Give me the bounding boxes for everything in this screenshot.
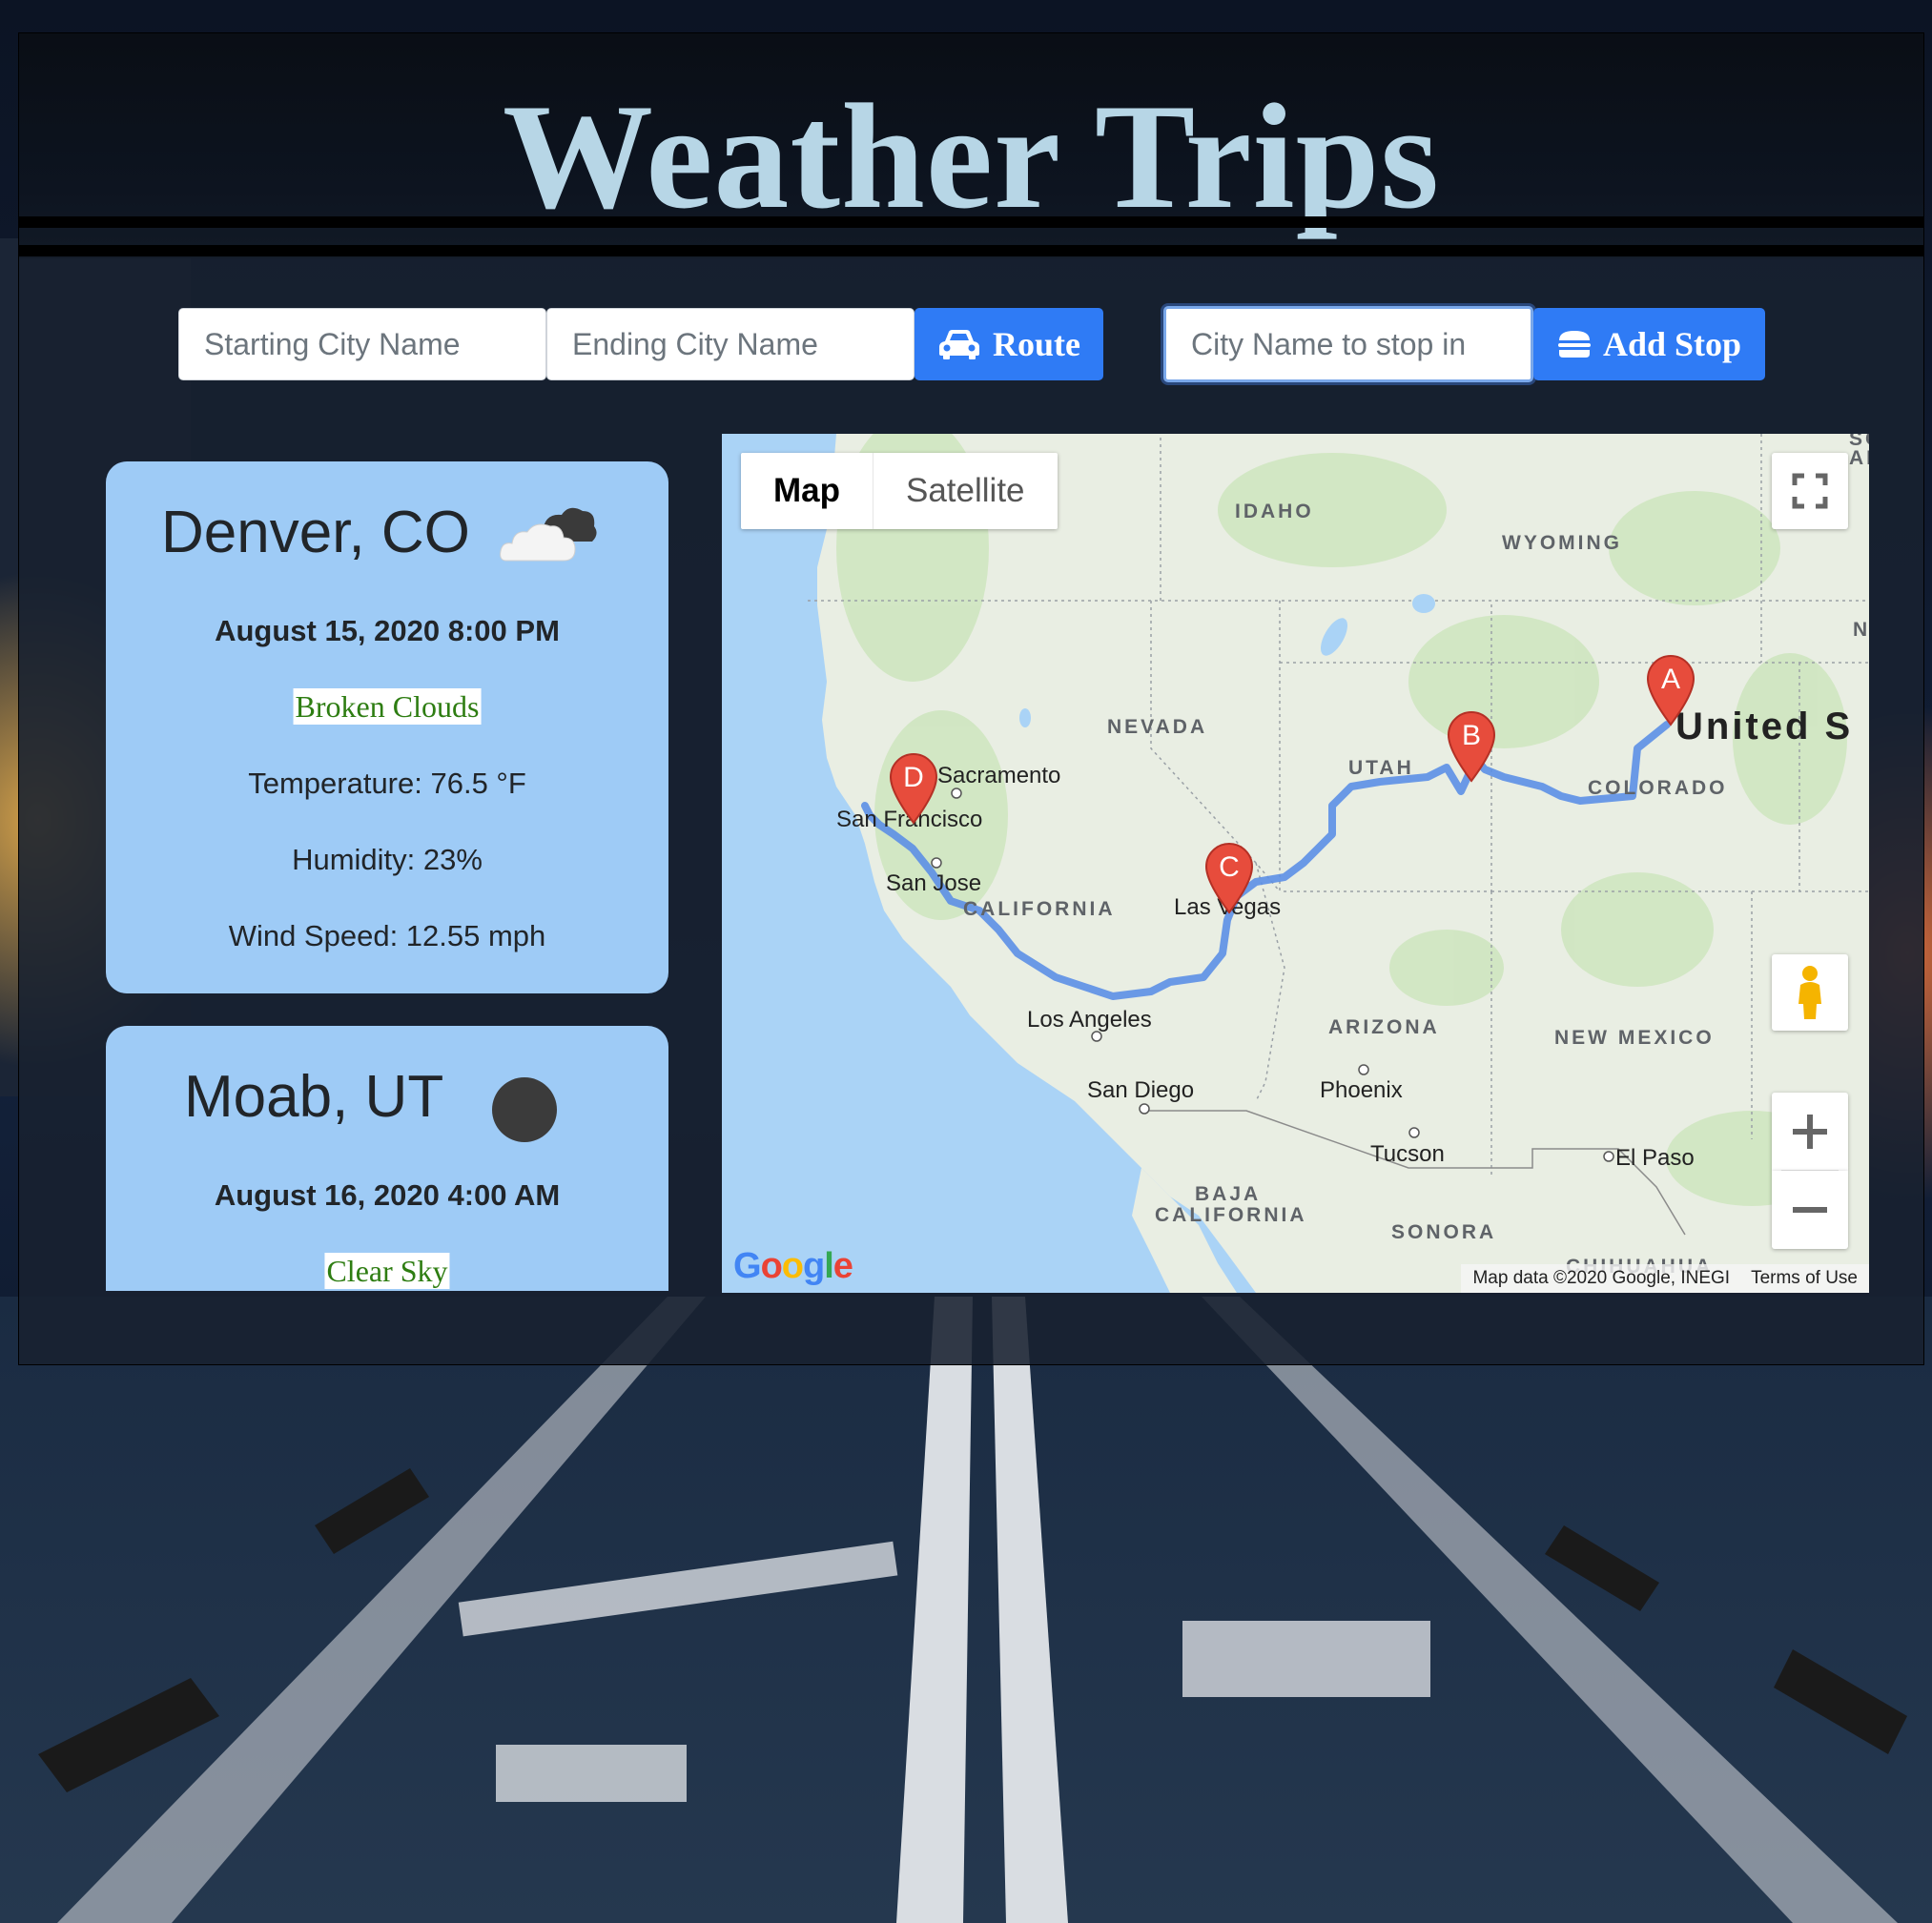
weather-condition: Broken Clouds xyxy=(293,688,482,725)
svg-text:United S: United S xyxy=(1675,706,1853,747)
route-map[interactable]: IDAHO WYOMING NEVADA UTAH COLORADO CALIF… xyxy=(722,434,1869,1293)
fullscreen-icon xyxy=(1792,473,1828,509)
add-stop-button-label: Add Stop xyxy=(1602,325,1742,363)
weather-city: Moab, UT xyxy=(184,1064,444,1130)
map-canvas[interactable]: IDAHO WYOMING NEVADA UTAH COLORADO CALIF… xyxy=(722,434,1869,1293)
svg-text:WYOMING: WYOMING xyxy=(1502,532,1622,554)
map-type-satellite-button[interactable]: Satellite xyxy=(874,453,1058,529)
clear-sky-night-icon xyxy=(492,1077,557,1142)
zoom-out-button[interactable] xyxy=(1772,1171,1848,1249)
svg-text:CALIFORNIA: CALIFORNIA xyxy=(963,898,1116,920)
svg-text:Sacramento: Sacramento xyxy=(937,763,1060,788)
svg-text:C: C xyxy=(1219,851,1240,883)
svg-text:NEW MEXICO: NEW MEXICO xyxy=(1554,1027,1715,1049)
plus-icon xyxy=(1793,1115,1827,1149)
ending-city-input[interactable] xyxy=(546,308,915,380)
svg-text:Phoenix: Phoenix xyxy=(1320,1077,1403,1103)
route-button-label: Route xyxy=(993,325,1080,363)
google-logo: Google xyxy=(733,1246,853,1286)
terms-of-use-link[interactable]: Terms of Use xyxy=(1751,1268,1858,1289)
map-attribution: Map data ©2020 Google, INEGI Terms of Us… xyxy=(1461,1264,1869,1293)
svg-text:El Paso: El Paso xyxy=(1615,1145,1695,1171)
svg-text:CALIFORNIA: CALIFORNIA xyxy=(1155,1204,1307,1226)
weather-humidity: Humidity: 23% xyxy=(292,843,483,876)
header-divider xyxy=(19,216,1923,228)
weather-card: Denver, CO August 15, 2020 8:00 PM Broke… xyxy=(106,461,668,993)
svg-text:San Jose: San Jose xyxy=(886,870,981,896)
weather-wind-speed: Wind Speed: 12.55 mph xyxy=(228,919,546,952)
svg-text:D: D xyxy=(903,762,924,793)
car-icon xyxy=(939,330,979,359)
weather-list: Denver, CO August 15, 2020 8:00 PM Broke… xyxy=(106,461,668,1291)
svg-text:B: B xyxy=(1462,720,1481,751)
weather-city: Denver, CO xyxy=(161,500,470,565)
svg-text:Tucson: Tucson xyxy=(1370,1141,1445,1167)
weather-datetime: August 15, 2020 8:00 PM xyxy=(215,614,560,647)
weather-condition: Clear Sky xyxy=(324,1253,450,1289)
weather-temperature: Temperature: 76.5 °F xyxy=(248,767,526,800)
broken-clouds-icon xyxy=(500,507,597,562)
svg-text:IDAHO: IDAHO xyxy=(1235,501,1314,522)
header-banner: Weather Trips xyxy=(18,32,1924,258)
svg-text:UTAH: UTAH xyxy=(1348,757,1414,779)
minus-icon xyxy=(1793,1207,1827,1213)
weather-card: Moab, UT August 16, 2020 4:00 AM Clear S… xyxy=(106,1026,668,1291)
weather-datetime: August 16, 2020 4:00 AM xyxy=(214,1178,561,1212)
pegman-icon xyxy=(1798,966,1821,1019)
svg-text:NEVADA: NEVADA xyxy=(1107,716,1207,738)
starting-city-input[interactable] xyxy=(178,308,546,380)
svg-text:N: N xyxy=(1853,619,1869,641)
map-data-credit: Map data ©2020 Google, INEGI xyxy=(1472,1268,1731,1288)
stop-city-input[interactable] xyxy=(1163,306,1533,382)
add-stop-button[interactable]: Add Stop xyxy=(1533,308,1765,380)
svg-text:AK: AK xyxy=(1849,447,1869,469)
svg-text:COLORADO: COLORADO xyxy=(1588,777,1728,799)
fullscreen-button[interactable] xyxy=(1772,453,1848,529)
map-type-control: Map Satellite xyxy=(741,453,1058,529)
hamburger-icon xyxy=(1557,331,1591,358)
svg-text:A: A xyxy=(1661,664,1680,695)
svg-text:SONORA: SONORA xyxy=(1391,1221,1496,1243)
svg-text:BAJA: BAJA xyxy=(1195,1183,1261,1205)
map-type-map-button[interactable]: Map xyxy=(741,453,874,529)
zoom-in-button[interactable] xyxy=(1772,1093,1848,1171)
route-button[interactable]: Route xyxy=(915,308,1103,380)
svg-text:ARIZONA: ARIZONA xyxy=(1328,1016,1440,1038)
street-view-pegman-button[interactable] xyxy=(1772,954,1848,1031)
svg-text:Los Angeles: Los Angeles xyxy=(1027,1007,1152,1033)
svg-text:San Diego: San Diego xyxy=(1087,1077,1194,1103)
